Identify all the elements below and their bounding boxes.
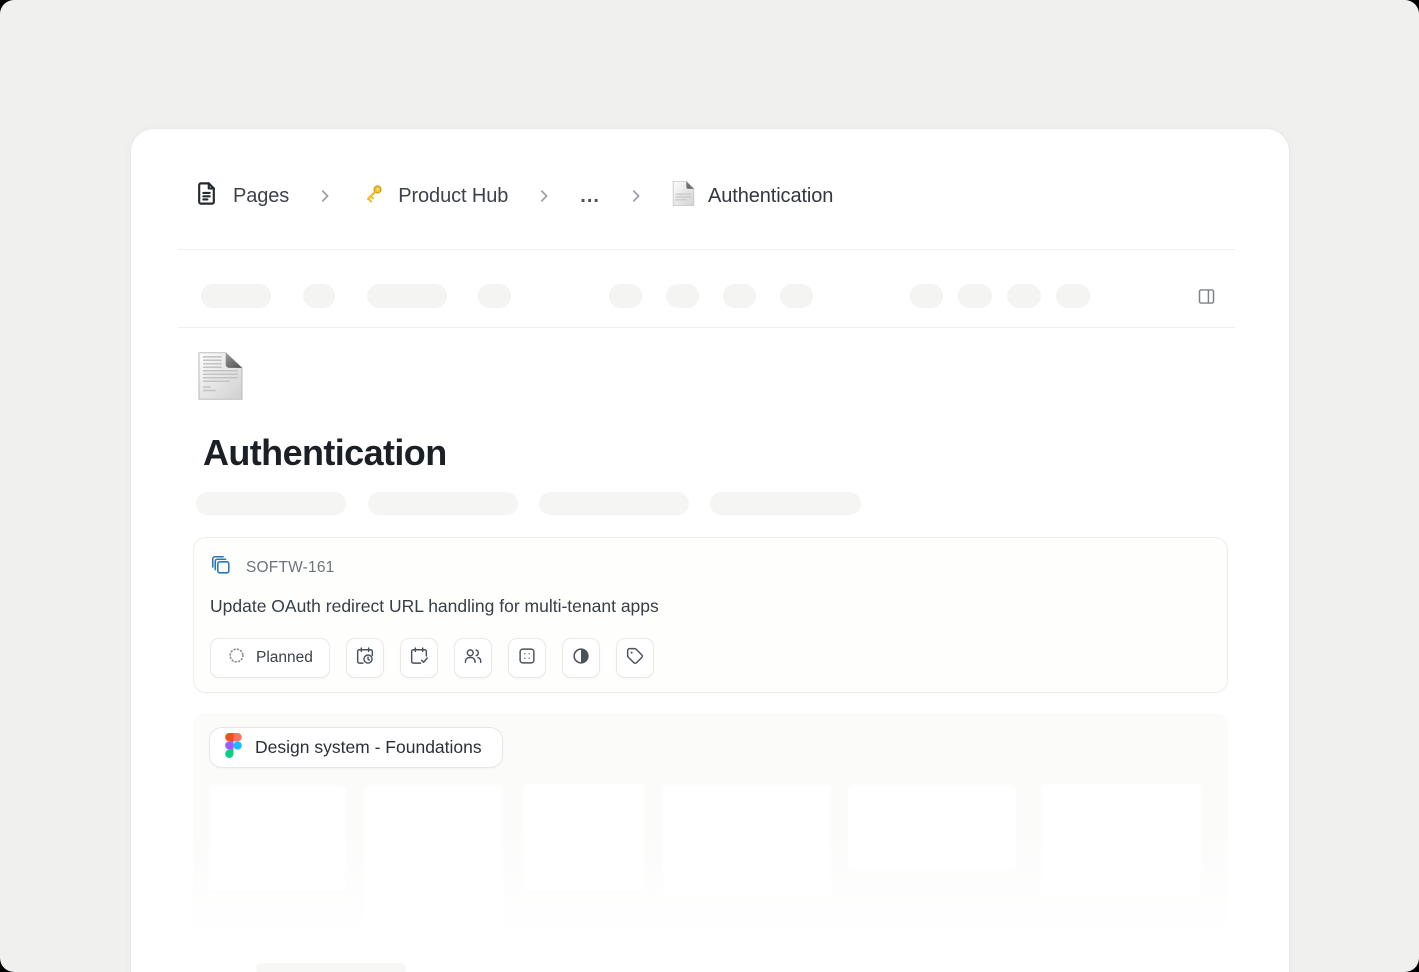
breadcrumb-item-pages[interactable]: Pages [193,180,289,212]
skeleton-line [256,963,406,972]
label-button[interactable] [616,638,654,678]
priority-button[interactable] [562,638,600,678]
figma-logo-icon [225,733,242,763]
calendar-clock-icon [354,645,376,672]
skeleton-line [368,492,518,515]
issue-id: SOFTW-161 [246,559,335,577]
breadcrumb-ellipsis: ... [580,185,600,208]
document-window: Pages Produc [130,128,1290,972]
figma-file-chip[interactable]: Design system - Foundations [209,727,503,768]
page-title: Authentication [203,432,447,474]
breadcrumb-item-ellipsis[interactable]: ... [580,185,600,208]
skeleton-pill [666,284,699,308]
skeleton-pill [303,284,335,308]
half-circle-icon [570,645,592,672]
breadcrumb-label-pages: Pages [233,185,289,208]
stacked-layers-icon [210,554,232,581]
divider [178,327,1235,328]
chevron-right-icon [535,187,553,205]
calendar-check-icon [408,645,430,672]
chevron-right-icon [316,187,334,205]
skeleton-pill [910,284,943,308]
breadcrumb-item-authentication[interactable]: Authentication [672,180,833,212]
divider [178,249,1235,250]
fade-overlay [193,825,1228,945]
page-icon [672,180,695,212]
key-icon [361,182,385,211]
skeleton-line [539,492,689,515]
assignees-button[interactable] [454,638,492,678]
skeleton-pill [723,284,756,308]
breadcrumb-label-product-hub: Product Hub [398,185,508,208]
sidebar-toggle-icon[interactable] [1192,282,1220,310]
skeleton-line [710,492,861,515]
breadcrumb: Pages Produc [193,173,833,219]
issue-embed-card[interactable]: SOFTW-161 Update OAuth redirect URL hand… [193,537,1228,693]
breadcrumb-item-product-hub[interactable]: Product Hub [361,182,508,211]
grid-dots-icon [516,645,538,672]
figma-embed-card[interactable]: Design system - Foundations [193,713,1228,945]
issue-title: Update OAuth redirect URL handling for m… [210,596,659,617]
page-icon[interactable] [197,351,244,406]
document-icon [193,180,220,212]
tag-icon [624,645,646,672]
skeleton-pill [1056,284,1090,308]
skeleton-pill [958,284,992,308]
issue-header: SOFTW-161 [210,554,335,581]
skeleton-pill [780,284,813,308]
status-label: Planned [256,649,313,667]
skeleton-pill [201,284,271,308]
skeleton-pill [609,284,642,308]
issue-actions: Planned [210,638,654,678]
skeleton-pill [478,284,511,308]
status-chip[interactable]: Planned [210,638,330,678]
assignees-icon [462,645,484,672]
due-date-button[interactable] [400,638,438,678]
screen: Pages Produc [0,0,1419,972]
skeleton-pill [367,284,447,308]
skeleton-line [196,492,346,515]
chevron-right-icon [627,187,645,205]
dashed-circle-icon [227,646,246,670]
skeleton-pill [1007,284,1041,308]
project-button[interactable] [508,638,546,678]
breadcrumb-label-authentication: Authentication [708,185,833,208]
figma-file-name: Design system - Foundations [255,737,482,758]
start-date-button[interactable] [346,638,384,678]
